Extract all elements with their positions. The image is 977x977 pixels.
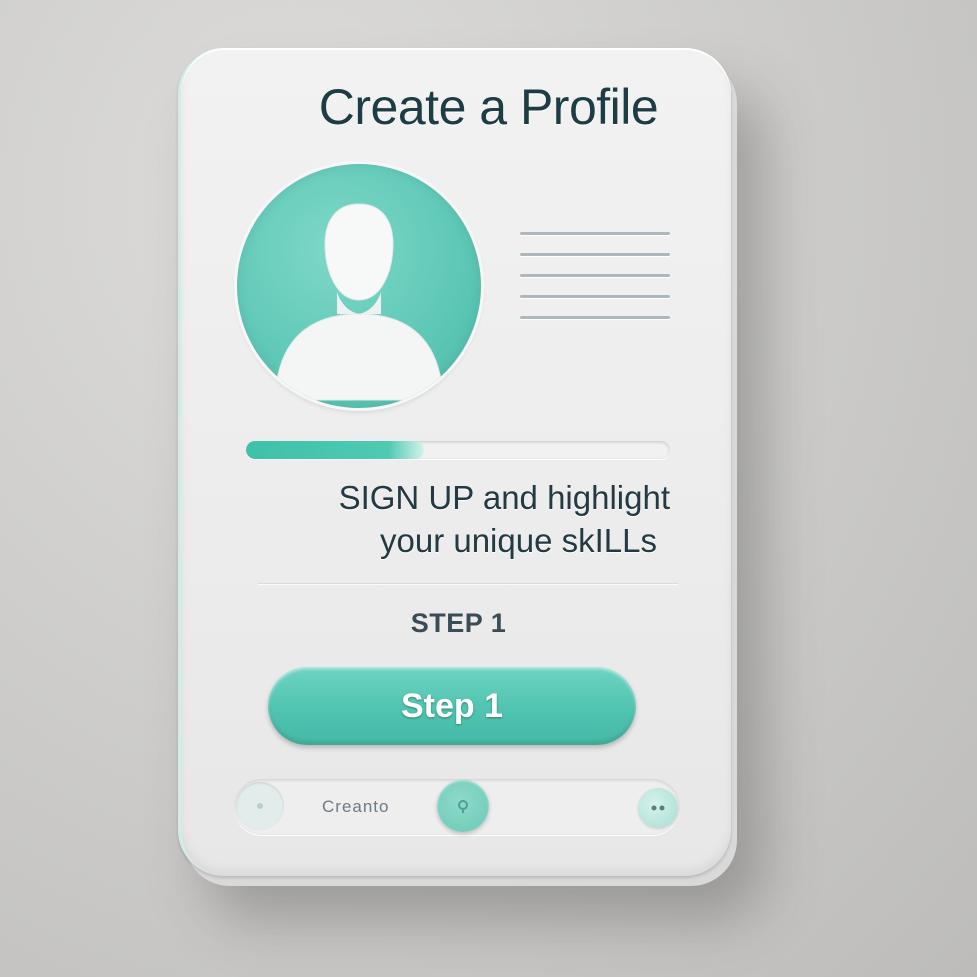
user-silhouette-icon (274, 203, 444, 401)
pin-icon (458, 800, 468, 813)
subtitle-line-1: SIGN UP and highlight (338, 479, 670, 516)
profile-text-placeholder (520, 232, 670, 337)
placeholder-line (520, 295, 670, 298)
circle-dot-icon (257, 803, 263, 809)
progress-bar (246, 441, 670, 459)
placeholder-line (520, 232, 670, 235)
nav-center-button[interactable] (437, 780, 489, 832)
nav-right-button[interactable] (638, 788, 678, 828)
progress-fill (246, 441, 425, 459)
subtitle-line-2: your unique skILLs (379, 522, 657, 559)
dots-icon (651, 805, 665, 811)
step-button[interactable]: Step 1 (268, 667, 636, 745)
nav-left-button[interactable] (236, 782, 284, 830)
avatar[interactable] (237, 164, 481, 408)
placeholder-line (520, 316, 670, 319)
page-title: Create a Profile (318, 79, 659, 135)
nav-label: Creanto (322, 797, 390, 816)
placeholder-line (520, 253, 670, 256)
placeholder-line (520, 274, 670, 277)
divider (258, 583, 678, 584)
step-label: STEP 1 (410, 608, 507, 638)
